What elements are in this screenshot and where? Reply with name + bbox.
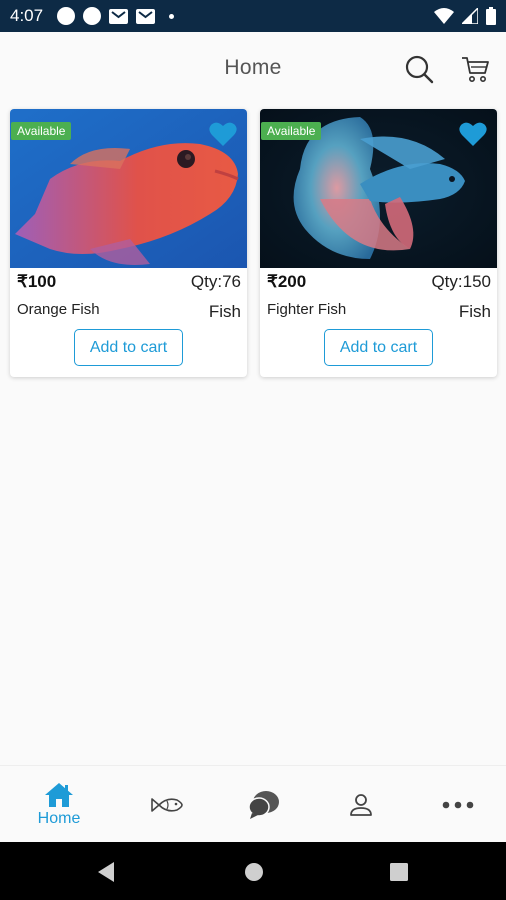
search-icon[interactable] [403,53,435,85]
nav-item-more[interactable] [419,766,497,843]
signal-icon [462,8,478,24]
product-category: Fish [458,302,491,321]
battery-icon [486,7,496,25]
system-icons [434,7,496,25]
more-notifications-icon [169,13,175,19]
notification-icons [57,7,175,25]
heart-icon[interactable] [459,121,487,147]
wifi-icon [434,8,454,24]
status-time: 4:07 [10,6,44,25]
heart-icon[interactable] [209,121,237,147]
home-circle-icon[interactable] [244,862,264,882]
gmail-icon [109,8,129,24]
more-dots-icon [442,801,474,808]
product-price: ₹200 [267,272,307,291]
chat-bubbles-icon [248,790,279,819]
user-icon [350,793,372,816]
back-icon[interactable] [96,861,116,883]
nav-item-profile[interactable] [322,766,400,843]
cart-icon[interactable] [460,53,492,85]
product-card[interactable]: Available ₹100 Qty:76 Orange Fish Fish A… [10,109,247,377]
product-price: ₹100 [17,272,57,291]
fish-icon [151,797,183,812]
product-name: Fighter Fish [267,301,347,318]
page-title: Home [224,56,282,79]
bottom-navigation: Home [0,765,506,842]
status-bar: 4:07 [0,0,506,32]
home-icon [45,782,73,807]
nav-item-home[interactable]: Home [20,766,98,843]
availability-badge: Available [11,122,72,140]
nav-item-fish[interactable] [128,766,206,843]
product-qty: Qty:76 [190,272,241,291]
product-card[interactable]: Available ₹200 Qty:150 Fighter Fish Fish… [260,109,497,377]
add-to-cart-button[interactable]: Add to cart [74,329,183,366]
availability-badge: Available [261,122,322,140]
nav-item-chat[interactable] [225,766,303,843]
recents-icon[interactable] [390,863,408,881]
product-category: Fish [208,302,241,321]
product-qty: Qty:150 [431,272,491,291]
add-to-cart-button[interactable]: Add to cart [324,329,433,366]
nav-label-home: Home [37,809,81,827]
system-navigation-bar [0,842,506,900]
gmail-icon [136,8,156,24]
notification-circle-icon [83,7,102,25]
product-name: Orange Fish [17,301,100,318]
notification-circle-icon [57,7,76,25]
app-header: Home [0,32,506,104]
